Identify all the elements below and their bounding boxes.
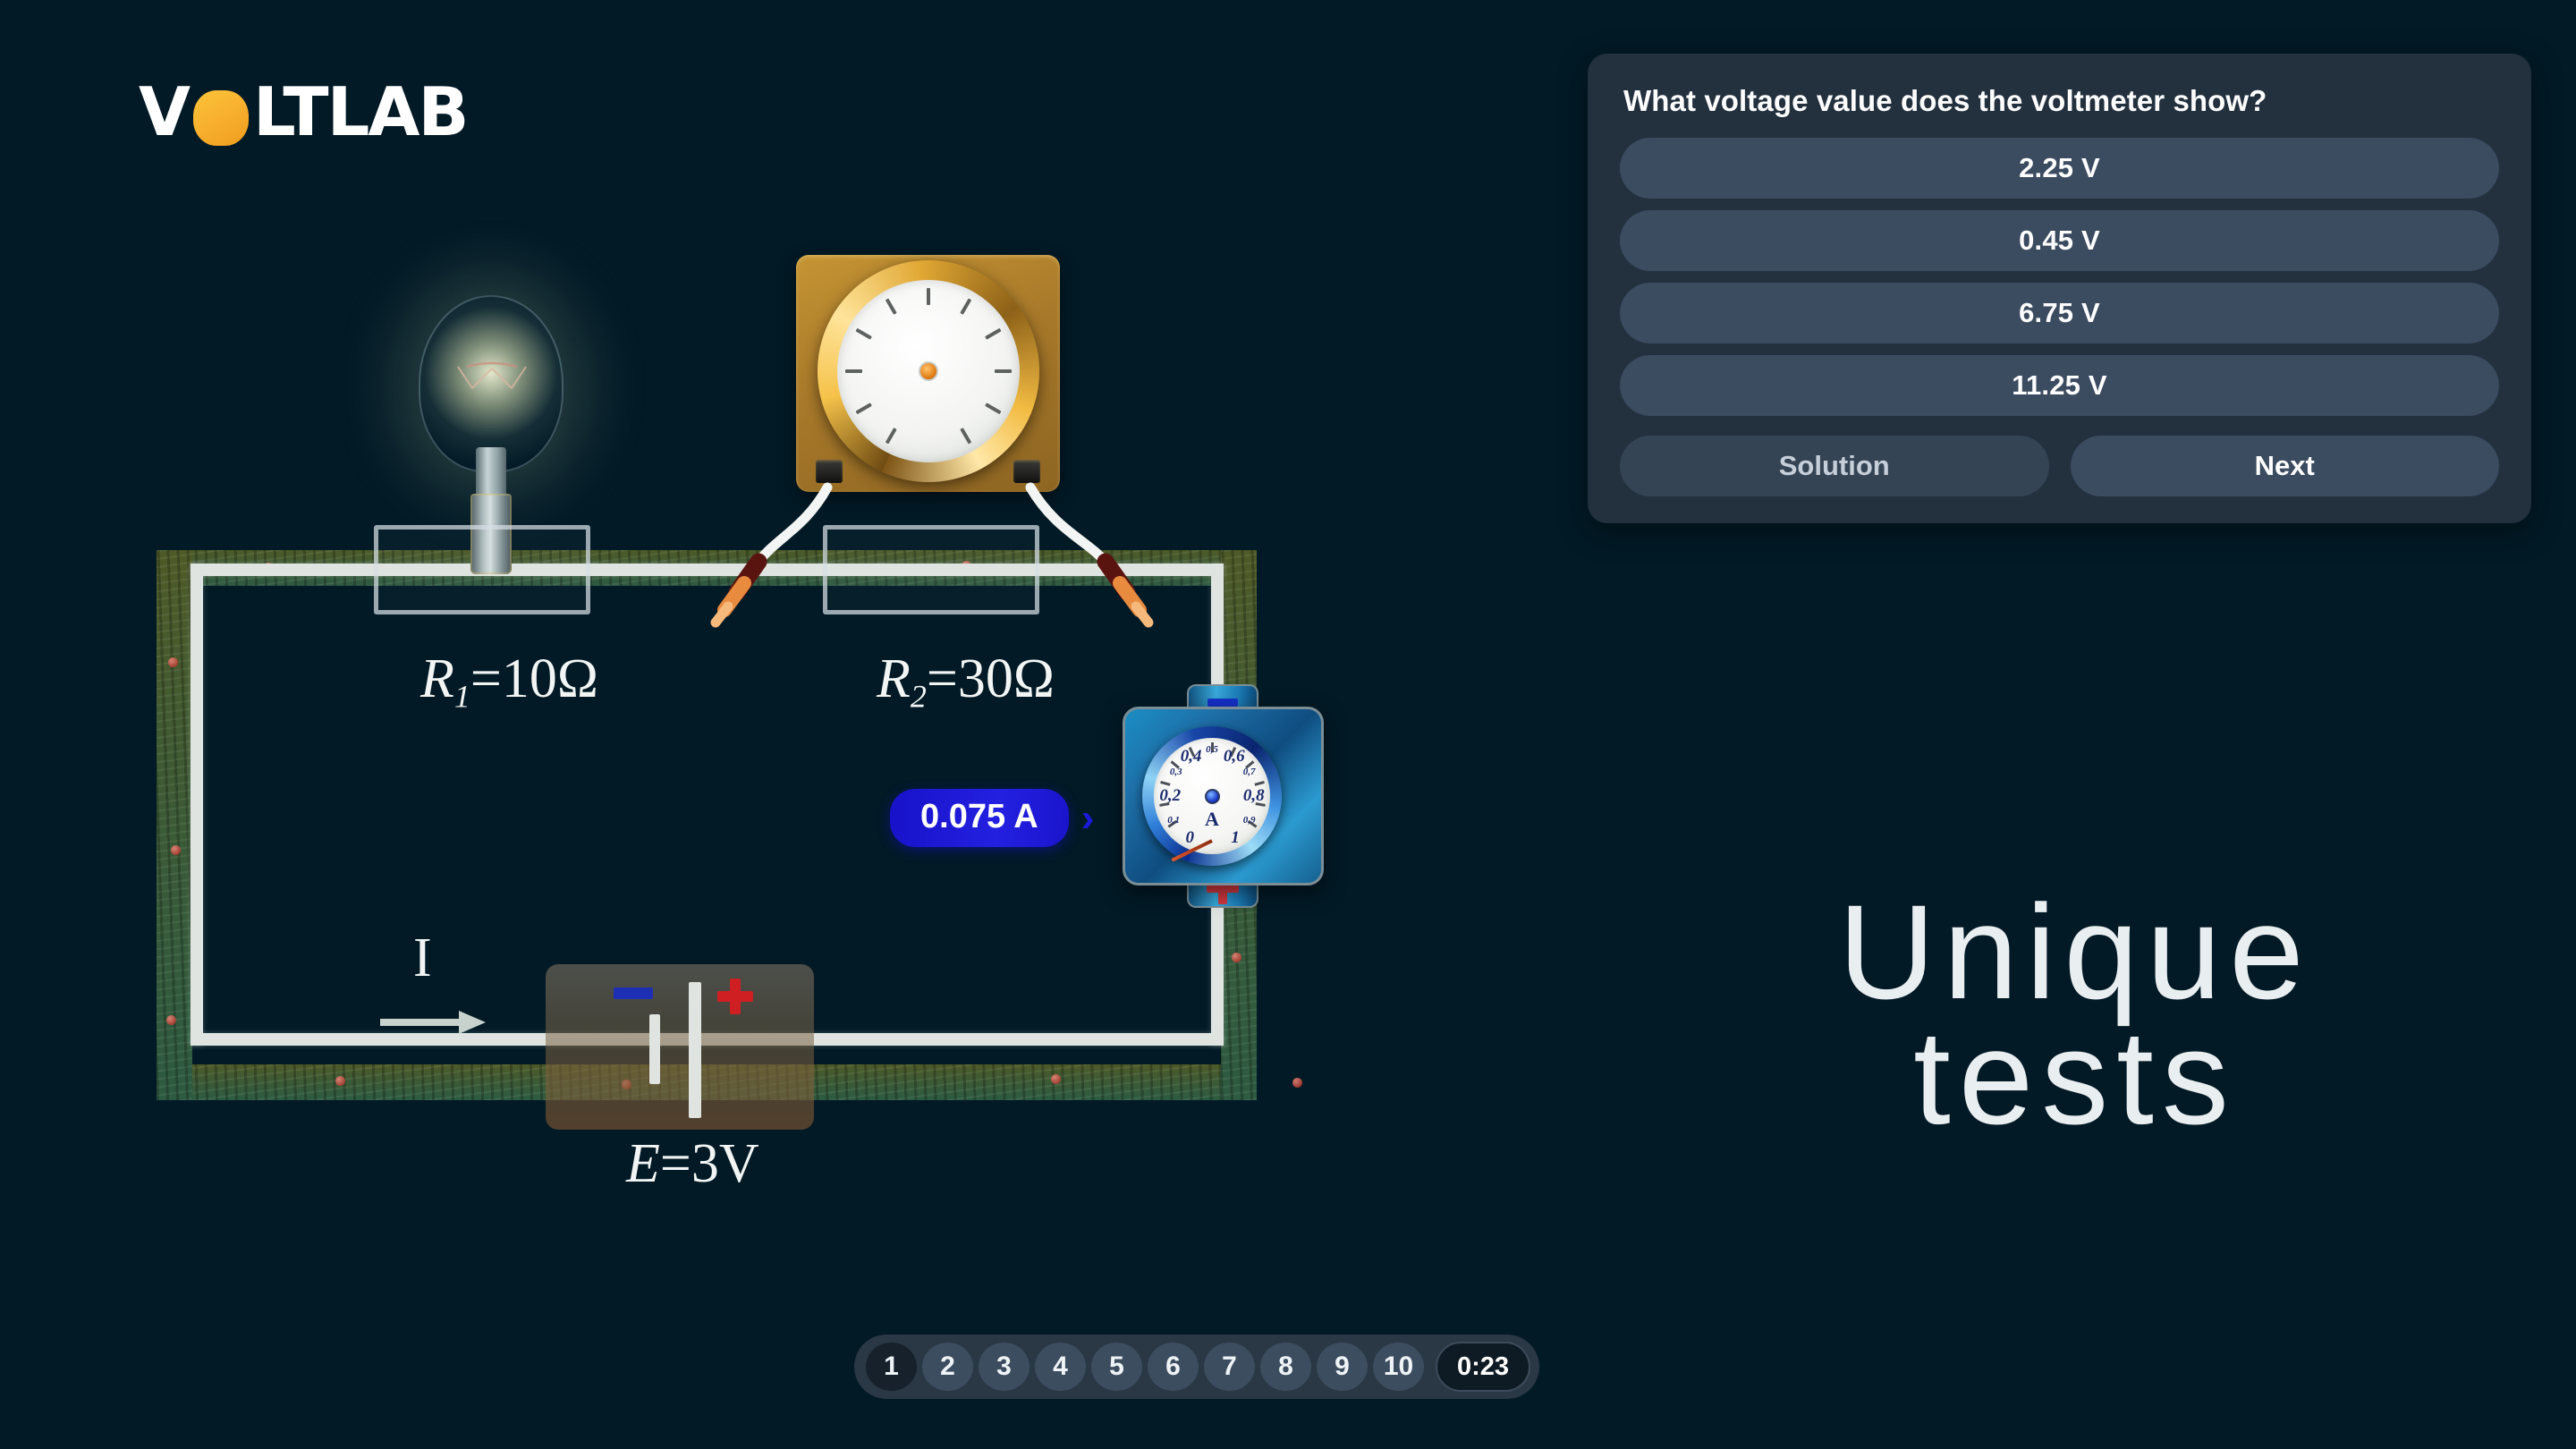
ammeter-label-0-5: 0,5 bbox=[1206, 744, 1218, 755]
ammeter-label-0-2: 0,2 bbox=[1159, 786, 1182, 805]
answer-option-2[interactable]: 0.45 V bbox=[1620, 210, 2499, 271]
page-button-4[interactable]: 4 bbox=[1035, 1343, 1086, 1391]
ammeter-label-0-9: 0,9 bbox=[1242, 815, 1256, 826]
page-button-3[interactable]: 3 bbox=[979, 1343, 1030, 1391]
brand-tagline: Unique tests bbox=[1717, 885, 2433, 1152]
voltmeter-bezel bbox=[818, 260, 1039, 482]
ammeter-label-1: 1 bbox=[1231, 827, 1240, 847]
ammeter-bezel: 0 0,1 0,2 0,3 0,4 0,5 0,6 0,7 0,8 0,9 1 … bbox=[1142, 726, 1282, 866]
page-button-7[interactable]: 7 bbox=[1204, 1343, 1255, 1391]
answer-option-1[interactable]: 2.25 V bbox=[1620, 138, 2499, 199]
page-button-2[interactable]: 2 bbox=[922, 1343, 973, 1391]
resistor-2-unit: Ω bbox=[1013, 648, 1055, 709]
battery-plus-icon bbox=[717, 979, 753, 1014]
current-symbol-label: I bbox=[413, 928, 432, 988]
ammeter-label-0-4: 0,4 bbox=[1180, 746, 1202, 766]
current-reading-badge: 0.075 A › bbox=[890, 789, 1094, 847]
resistor-1 bbox=[374, 525, 590, 614]
resistor-1-symbol: R bbox=[420, 648, 454, 709]
question-text: What voltage value does the voltmeter sh… bbox=[1623, 84, 2267, 117]
voltmeter[interactable] bbox=[796, 255, 1060, 492]
circuit-diagram: R1=10Ω R2=30Ω 0 0,1 0,2 0,3 0,4 0,5 0,6 … bbox=[0, 0, 1574, 1297]
ammeter[interactable]: 0 0,1 0,2 0,3 0,4 0,5 0,6 0,7 0,8 0,9 1 … bbox=[1123, 684, 1324, 908]
countdown-timer: 0:23 bbox=[1436, 1342, 1530, 1392]
page-button-8[interactable]: 8 bbox=[1260, 1343, 1311, 1391]
resistor-1-subscript: 1 bbox=[453, 678, 470, 715]
ammeter-unit-label: A bbox=[1205, 808, 1219, 830]
ammeter-label-0: 0 bbox=[1185, 827, 1195, 847]
emf-symbol: E bbox=[626, 1133, 660, 1194]
circuit-band-left bbox=[157, 550, 192, 1100]
emf-value: =3 bbox=[659, 1133, 719, 1194]
quiz-panel: What voltage value does the voltmeter sh… bbox=[1588, 54, 2531, 523]
answer-option-4[interactable]: 11.25 V bbox=[1620, 355, 2499, 416]
current-direction-arrow bbox=[380, 1011, 487, 1034]
question-pagination: 1 2 3 4 5 6 7 8 9 10 0:23 bbox=[854, 1335, 1539, 1399]
ammeter-label-0-3: 0,3 bbox=[1169, 766, 1182, 777]
light-bulb bbox=[394, 295, 590, 574]
current-reading-value: 0.075 A bbox=[890, 789, 1069, 847]
resistor-1-value: =10 bbox=[470, 648, 557, 709]
emf-unit: V bbox=[718, 1133, 759, 1194]
voltmeter-terminal-right[interactable] bbox=[1013, 460, 1040, 483]
page-button-10[interactable]: 10 bbox=[1373, 1343, 1424, 1391]
chevron-right-icon: › bbox=[1080, 795, 1095, 840]
page-button-5[interactable]: 5 bbox=[1091, 1343, 1142, 1391]
battery-case bbox=[546, 964, 814, 1130]
answer-option-3[interactable]: 6.75 V bbox=[1620, 283, 2499, 343]
ammeter-label-0-6: 0,6 bbox=[1223, 746, 1245, 766]
resistor-2-subscript: 2 bbox=[910, 678, 927, 715]
voltmeter-hub bbox=[919, 361, 938, 381]
resistor-2-value: =30 bbox=[926, 648, 1013, 709]
voltmeter-dial-face bbox=[837, 280, 1020, 462]
quiz-actions: Solution Next bbox=[1620, 436, 2499, 496]
battery-plate-short bbox=[649, 1014, 660, 1084]
resistor-1-unit: Ω bbox=[556, 648, 598, 709]
page-button-1[interactable]: 1 bbox=[866, 1343, 917, 1391]
ammeter-label-0-8: 0,8 bbox=[1242, 786, 1265, 805]
wire-top bbox=[191, 564, 1224, 576]
battery-plate-long bbox=[689, 982, 701, 1118]
tagline-line-2: tests bbox=[1913, 1001, 2237, 1152]
resistor-2-label: R2=30Ω bbox=[877, 651, 1055, 713]
resistor-1-label: R1=10Ω bbox=[420, 651, 598, 713]
solution-button[interactable]: Solution bbox=[1620, 436, 2049, 496]
arrow-head bbox=[459, 1011, 486, 1034]
resistor-2-symbol: R bbox=[877, 648, 911, 709]
ammeter-label-0-7: 0,7 bbox=[1242, 766, 1256, 777]
page-button-6[interactable]: 6 bbox=[1148, 1343, 1199, 1391]
next-button[interactable]: Next bbox=[2070, 436, 2499, 496]
minus-icon bbox=[1208, 699, 1238, 707]
voltmeter-terminal-left[interactable] bbox=[816, 460, 843, 483]
page-button-9[interactable]: 9 bbox=[1317, 1343, 1368, 1391]
battery bbox=[546, 964, 814, 1130]
arrow-shaft bbox=[380, 1019, 462, 1026]
bulb-filament-icon bbox=[457, 361, 527, 389]
ammeter-label-0-1: 0,1 bbox=[1167, 815, 1180, 826]
ammeter-hub bbox=[1204, 788, 1220, 804]
wire-left bbox=[191, 564, 203, 1046]
resistor-2 bbox=[823, 525, 1039, 614]
ammeter-dial-face: 0 0,1 0,2 0,3 0,4 0,5 0,6 0,7 0,8 0,9 1 … bbox=[1154, 738, 1270, 862]
emf-label: E=3V bbox=[626, 1136, 759, 1191]
battery-minus-icon bbox=[614, 987, 653, 999]
